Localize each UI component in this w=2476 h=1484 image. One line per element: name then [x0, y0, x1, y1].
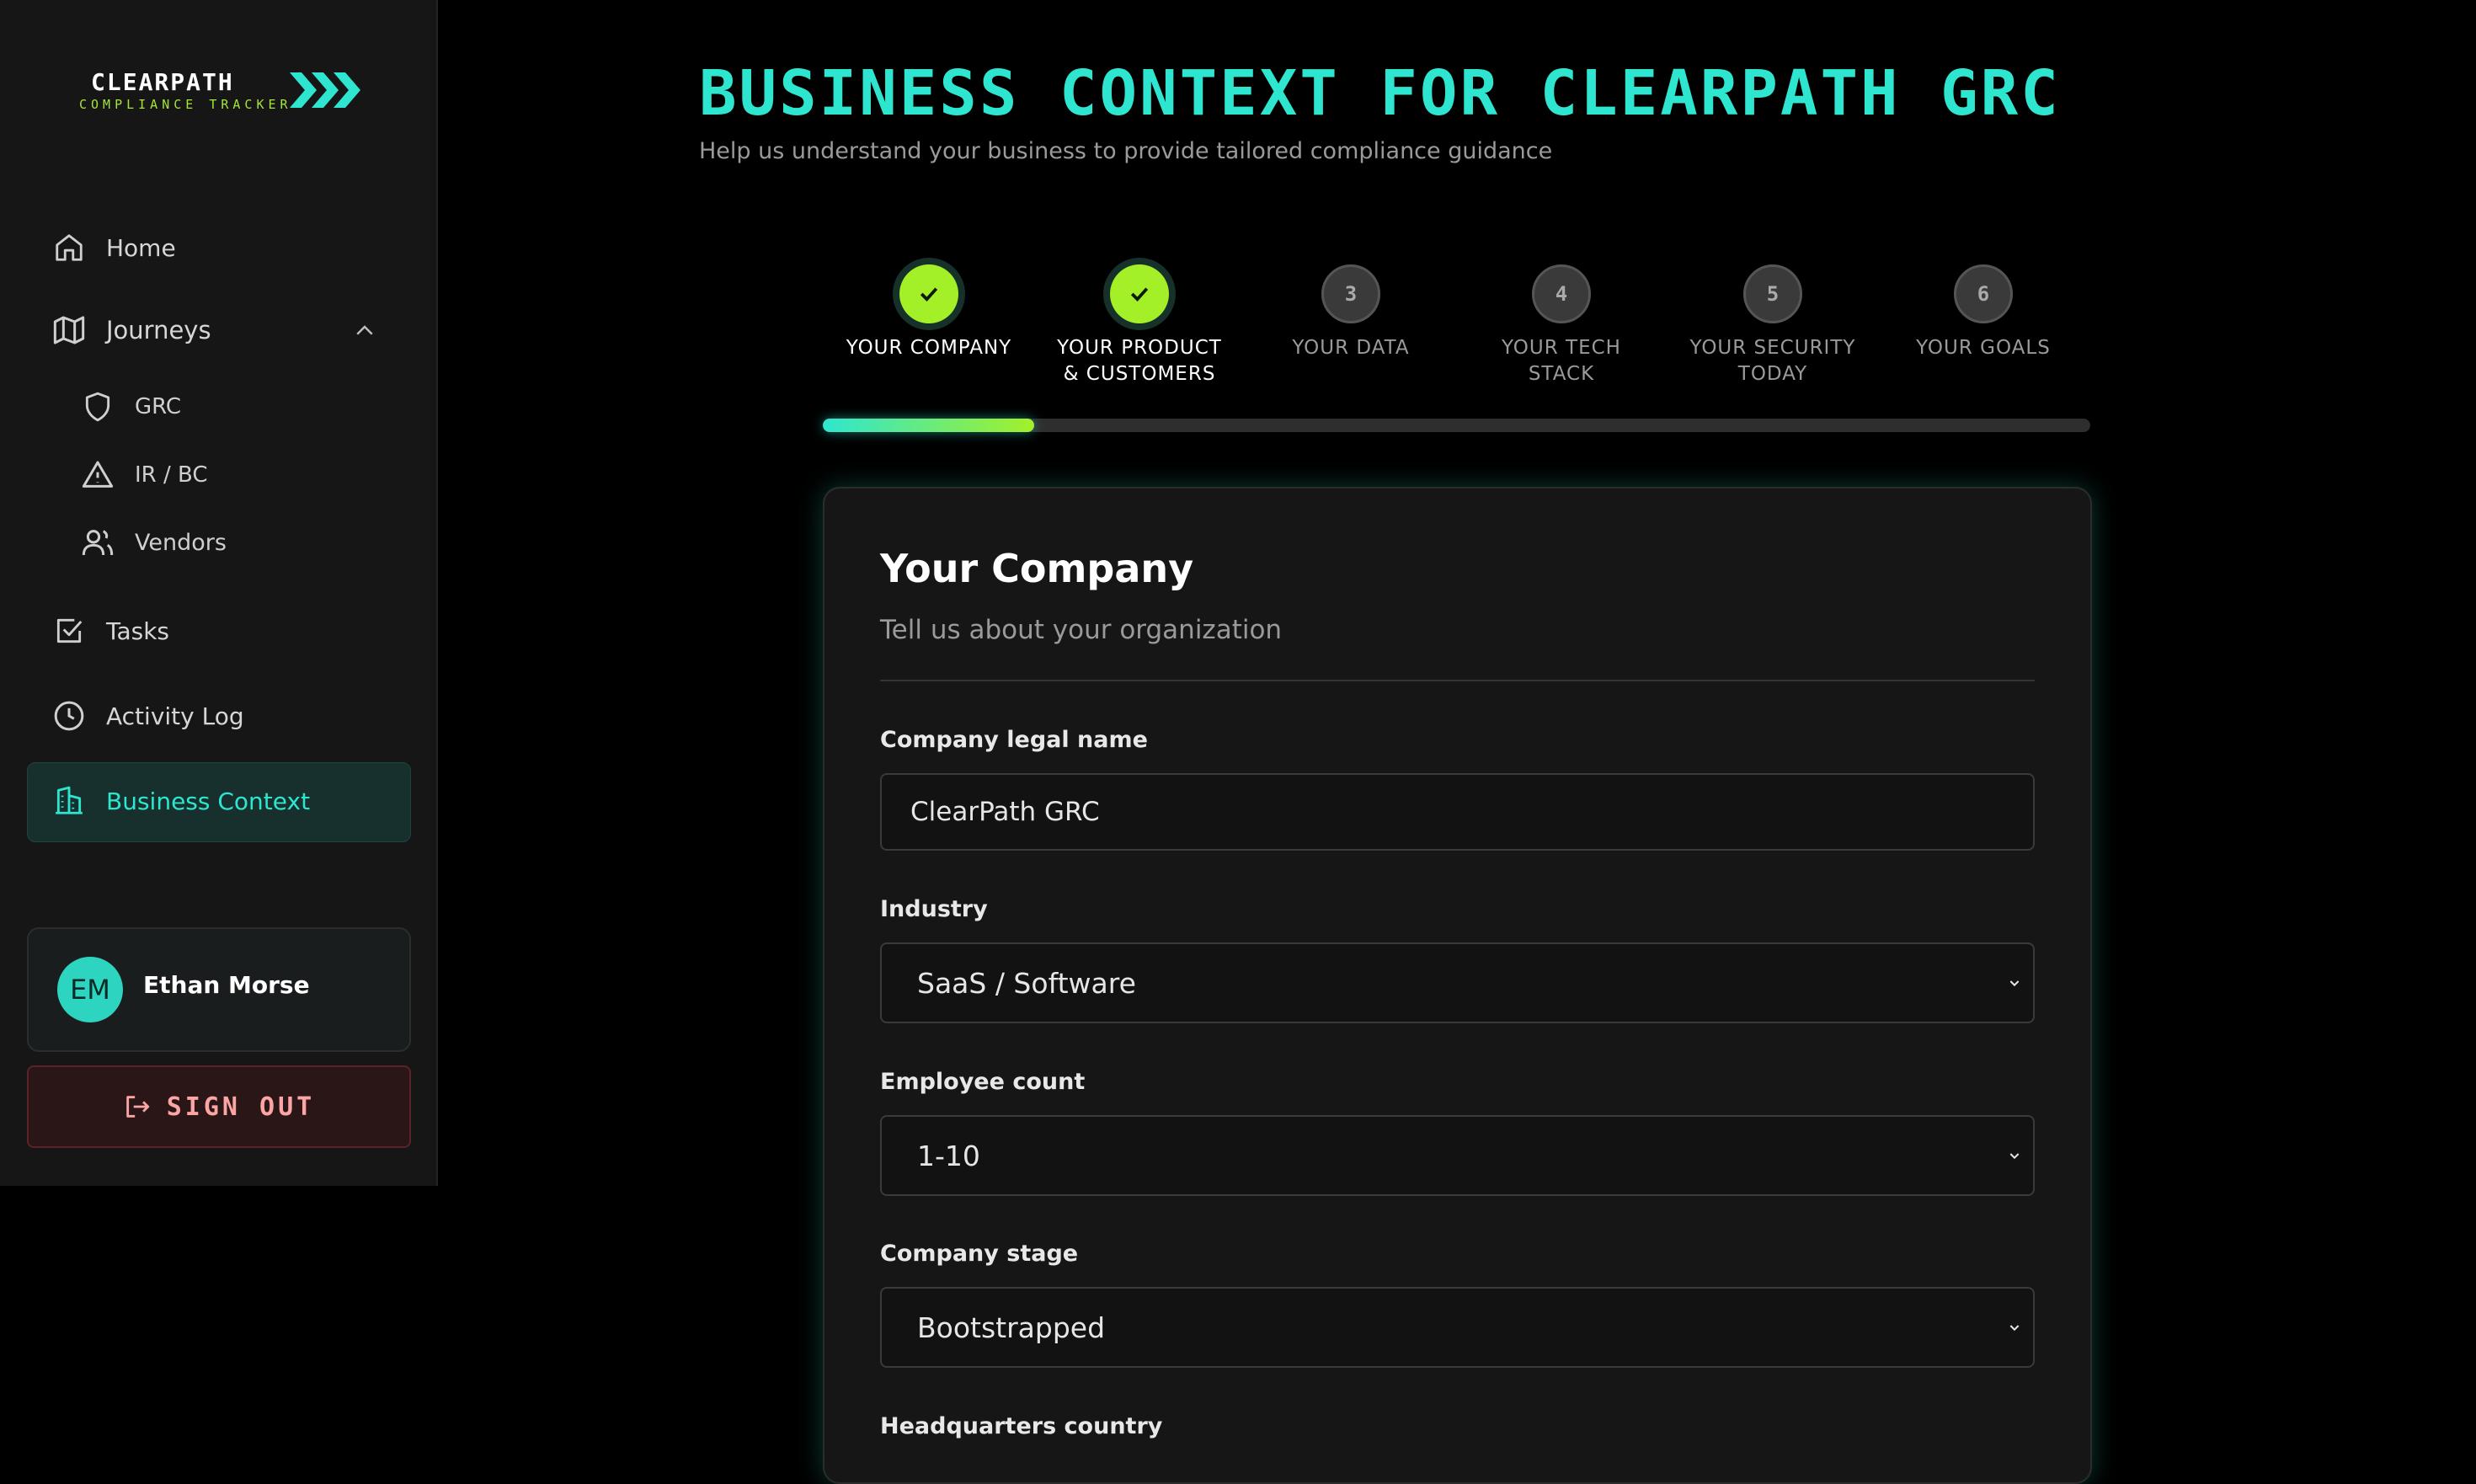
logo-title: CLEARPATH	[91, 68, 234, 96]
page-subtitle: Help us understand your business to prov…	[699, 138, 1553, 164]
sidebar-item-label: Business Context	[106, 787, 311, 815]
sidebar: CLEARPATH COMPLIANCE TRACKER Home Journe…	[0, 0, 438, 1186]
step-number: 4	[1532, 264, 1591, 323]
form-card: Your Company Tell us about your organiza…	[823, 487, 2092, 1484]
industry-label: Industry	[880, 896, 988, 922]
card-title: Your Company	[880, 546, 1194, 591]
sidebar-item-label: GRC	[135, 394, 182, 419]
sidebar-item-grc[interactable]: GRC	[81, 382, 181, 432]
company-stage-label: Company stage	[880, 1241, 1079, 1267]
company-stage-select[interactable]: Bootstrapped	[880, 1287, 2035, 1368]
step-number: 3	[1321, 264, 1380, 323]
warning-icon	[81, 458, 115, 492]
sidebar-item-label: Home	[106, 233, 176, 262]
step-label: YOUR SECURITY TODAY	[1689, 337, 1856, 385]
company-legal-name-input[interactable]: ClearPath GRC	[880, 773, 2035, 851]
employee-count-select[interactable]: 1-10	[880, 1115, 2035, 1196]
sidebar-item-business-context[interactable]: Business Context	[52, 776, 310, 826]
sidebar-item-vendors[interactable]: Vendors	[81, 517, 227, 568]
sidebar-item-tasks[interactable]: Tasks	[52, 606, 169, 656]
page-title: BUSINESS CONTEXT FOR CLEARPATH GRC	[699, 57, 2061, 130]
sidebar-item-activity-log[interactable]: Activity Log	[52, 691, 244, 741]
sign-out-icon	[126, 1096, 149, 1118]
industry-select[interactable]: SaaS / Software	[880, 942, 2035, 1023]
sign-out-label: SIGN OUT	[166, 1092, 316, 1122]
step-your-company[interactable]: YOUR COMPANY	[828, 264, 1030, 361]
card-subtitle: Tell us about your organization	[880, 615, 1283, 645]
step-label: YOUR COMPANY	[846, 337, 1012, 359]
sidebar-item-label: Activity Log	[106, 702, 244, 730]
chevron-up-icon[interactable]	[352, 318, 377, 344]
home-icon	[52, 231, 86, 264]
user-name: Ethan Morse	[143, 971, 310, 999]
step-label: YOUR GOALS	[1916, 337, 2051, 359]
step-check-icon	[899, 264, 958, 323]
checkbox-icon	[52, 614, 86, 648]
sidebar-item-label: Journeys	[106, 316, 211, 344]
step-your-product-customers[interactable]: YOUR PRODUCT & CUSTOMERS	[1038, 264, 1241, 387]
user-card[interactable]: EM Ethan Morse	[27, 927, 411, 1052]
step-your-tech-stack[interactable]: 4 YOUR TECH STACK	[1460, 264, 1662, 387]
step-your-goals[interactable]: 6 YOUR GOALS	[1882, 264, 2084, 361]
select-value: SaaS / Software	[917, 966, 1136, 1000]
select-value: Bootstrapped	[917, 1311, 1106, 1344]
step-label: YOUR DATA	[1292, 337, 1410, 359]
step-label: YOUR TECH STACK	[1502, 337, 1621, 385]
clock-icon	[52, 699, 86, 733]
step-your-data[interactable]: 3 YOUR DATA	[1250, 264, 1452, 361]
avatar: EM	[57, 957, 123, 1022]
employee-count-label: Employee count	[880, 1069, 1086, 1095]
progress-fill	[823, 419, 1035, 432]
sidebar-item-journeys[interactable]: Journeys	[52, 305, 211, 355]
building-icon	[52, 784, 86, 818]
progress-bar	[823, 419, 2090, 432]
sidebar-item-label: IR / BC	[135, 462, 208, 488]
sidebar-item-home[interactable]: Home	[52, 222, 176, 273]
sidebar-item-label: Tasks	[106, 617, 170, 645]
map-icon	[52, 313, 86, 347]
logo-subtitle: COMPLIANCE TRACKER	[79, 97, 292, 112]
company-legal-name-label: Company legal name	[880, 727, 1148, 753]
sidebar-item-ir-bc[interactable]: IR / BC	[81, 450, 208, 500]
step-check-icon	[1110, 264, 1169, 323]
chevron-down-icon	[2009, 980, 2020, 987]
select-value: 1-10	[917, 1139, 980, 1172]
sidebar-item-label: Vendors	[135, 529, 227, 556]
step-number: 6	[1954, 264, 2013, 323]
chevrons-logo-icon	[290, 72, 360, 108]
sign-out-button[interactable]: SIGN OUT	[27, 1065, 411, 1148]
step-number: 5	[1743, 264, 1802, 323]
users-icon	[81, 526, 115, 559]
chevron-down-icon	[2009, 1153, 2020, 1160]
chevron-down-icon	[2009, 1325, 2020, 1332]
shield-icon	[81, 390, 115, 424]
step-your-security-today[interactable]: 5 YOUR SECURITY TODAY	[1672, 264, 1874, 387]
input-value: ClearPath GRC	[910, 797, 1100, 827]
headquarters-country-label: Headquarters country	[880, 1413, 1163, 1439]
divider	[880, 680, 2035, 681]
logo[interactable]: CLEARPATH COMPLIANCE TRACKER	[79, 66, 374, 116]
step-label: YOUR PRODUCT & CUSTOMERS	[1057, 337, 1222, 385]
